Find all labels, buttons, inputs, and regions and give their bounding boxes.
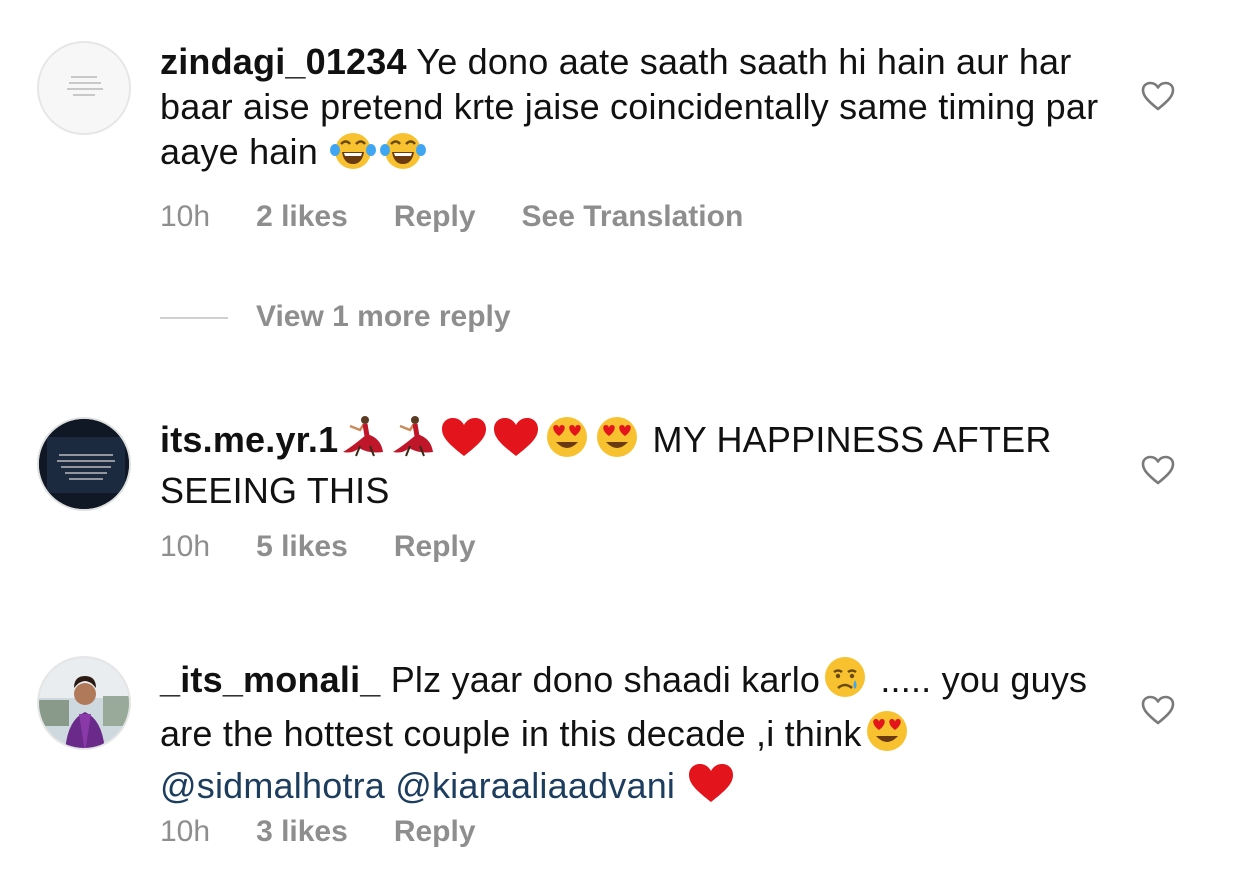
heart-outline-icon[interactable]	[1140, 454, 1176, 486]
likes-count[interactable]: 2 likes	[256, 200, 348, 233]
comment-text: _its_monali_ Plz yaar dono shaadi karlo …	[160, 654, 1100, 814]
username[interactable]: zindagi_01234	[160, 41, 407, 82]
laughing-emoji	[380, 130, 427, 180]
laughing-emoji	[330, 130, 377, 180]
see-translation-button[interactable]: See Translation	[522, 200, 744, 233]
likes-count[interactable]: 5 likes	[256, 530, 348, 563]
comment-text: zindagi_01234 Ye dono aate saath saath h…	[160, 39, 1100, 180]
avatar-image	[39, 43, 129, 133]
mention-link[interactable]: @kiaraaliaadvani	[395, 765, 675, 806]
heart-eyes-emoji	[544, 414, 590, 468]
likes-count[interactable]: 3 likes	[256, 815, 348, 848]
mention-link[interactable]: @sidmalhotra	[160, 765, 385, 806]
avatar-image	[39, 419, 129, 509]
username[interactable]: _its_monali_	[160, 659, 381, 700]
divider-line	[160, 317, 228, 320]
heart-eyes-emoji	[864, 708, 910, 762]
timestamp: 10h	[160, 530, 211, 563]
view-more-replies[interactable]: View 1 more reply	[160, 300, 511, 334]
reply-button[interactable]: Reply	[394, 200, 476, 233]
comment-meta: 10h 3 likes Reply	[160, 815, 522, 849]
comment-meta: 10h 2 likes Reply See Translation	[160, 200, 789, 234]
dancer-emoji	[340, 414, 386, 468]
avatar[interactable]	[37, 41, 131, 135]
red-heart-emoji	[492, 416, 540, 468]
comment-text: its.me.yr.1 MY HAPPINESS AFTER SEEING TH…	[160, 414, 1100, 513]
comment-meta: 10h 5 likes Reply	[160, 530, 522, 564]
crying-emoji	[822, 654, 868, 708]
timestamp: 10h	[160, 200, 211, 233]
heart-eyes-emoji	[594, 414, 640, 468]
dancer-emoji	[390, 414, 436, 468]
reply-button[interactable]: Reply	[394, 815, 476, 848]
avatar[interactable]	[37, 656, 131, 750]
red-heart-emoji	[687, 762, 735, 814]
heart-outline-icon[interactable]	[1140, 80, 1176, 112]
avatar[interactable]	[37, 417, 131, 511]
avatar-image	[39, 658, 129, 748]
heart-outline-icon[interactable]	[1140, 694, 1176, 726]
view-more-label[interactable]: View 1 more reply	[256, 300, 511, 333]
red-heart-emoji	[440, 416, 488, 468]
username[interactable]: its.me.yr.1	[160, 419, 338, 460]
reply-button[interactable]: Reply	[394, 530, 476, 563]
comment-body: Plz yaar dono shaadi karlo	[380, 659, 821, 700]
timestamp: 10h	[160, 815, 211, 848]
